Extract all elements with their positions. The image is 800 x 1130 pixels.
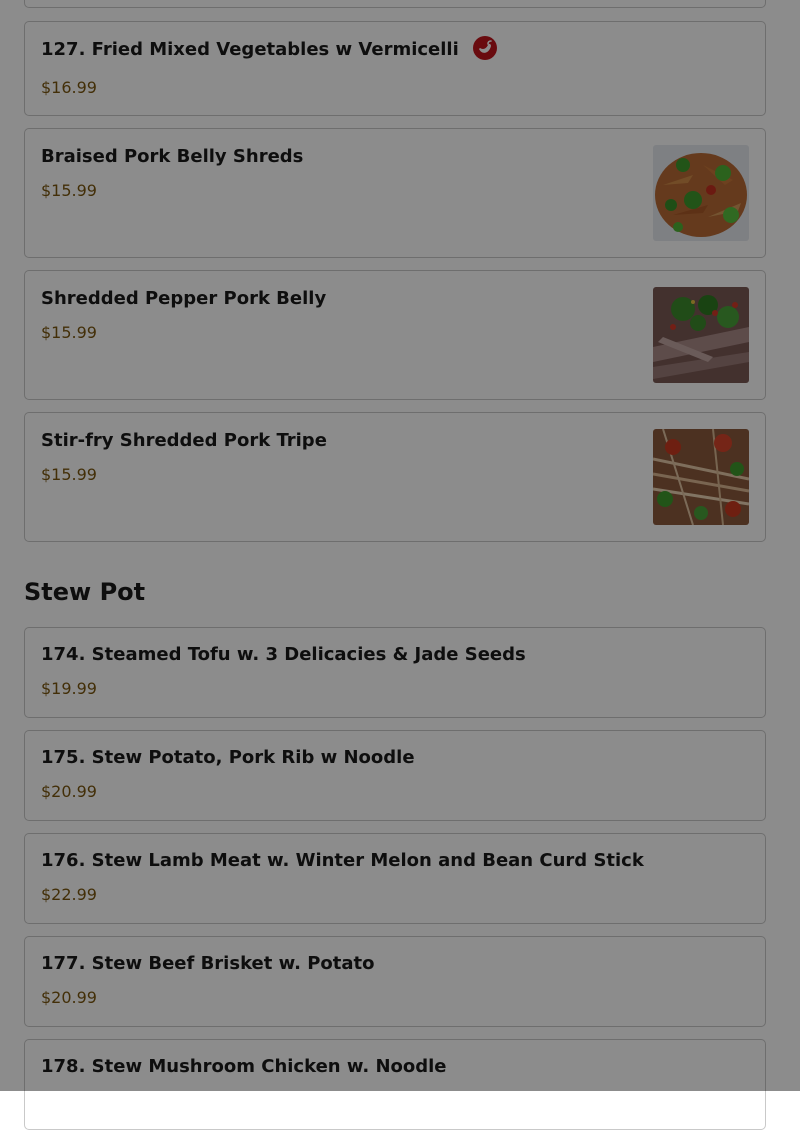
menu-page: 127. Fried Mixed Vegetables w Vermicelli… <box>0 0 800 1130</box>
modal-backdrop-overlay[interactable] <box>0 0 800 1091</box>
